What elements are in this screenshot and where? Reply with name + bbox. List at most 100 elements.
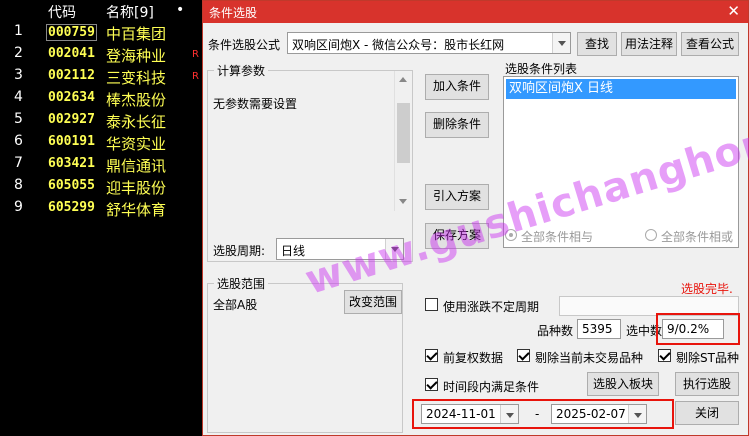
stock-code: 000759 xyxy=(46,24,97,41)
radio-all-or[interactable] xyxy=(645,229,657,241)
condition-listbox[interactable]: 双响区间炮X 日线 xyxy=(503,76,739,248)
scroll-down-icon[interactable] xyxy=(399,199,407,204)
stock-code: 002041 xyxy=(48,46,95,61)
condition-list-label: 选股条件列表 xyxy=(505,62,578,76)
scroll-up-icon[interactable] xyxy=(399,77,407,82)
stock-list-header: 代码 名称[9] • xyxy=(0,0,205,22)
close-button[interactable]: 关闭 xyxy=(675,401,739,425)
prev-rights-checkbox[interactable] xyxy=(425,349,438,362)
range-value: 全部A股 xyxy=(213,298,258,312)
stock-name: 舒华体育 xyxy=(106,201,167,219)
radio-all-and-label: 全部条件相与 xyxy=(521,230,594,244)
stock-code: 603421 xyxy=(48,156,95,171)
end-date-value: 2025-02-07 xyxy=(556,407,626,421)
close-icon[interactable]: ✕ xyxy=(727,2,740,20)
row-number: 7 xyxy=(14,155,23,171)
stock-row[interactable]: 5 002927 泰永长征 xyxy=(0,110,205,132)
to-board-button[interactable]: 选股入板块 xyxy=(587,372,659,396)
row-number: 3 xyxy=(14,67,23,83)
use-limit-label: 使用涨跌不定周期 xyxy=(443,300,540,314)
remove-st-checkbox[interactable] xyxy=(658,349,671,362)
import-plan-button[interactable]: 引入方案 xyxy=(425,184,489,210)
status-text: 选股完毕. xyxy=(681,282,733,296)
row-number: 6 xyxy=(14,133,23,149)
delete-condition-button[interactable]: 删除条件 xyxy=(425,112,489,138)
stock-list-panel: 代码 名称[9] • 1 000759 中百集团 2 002041 登海种业 R 3 00211… xyxy=(0,0,205,436)
stock-name: 迎丰股份 xyxy=(106,179,167,197)
header-code[interactable]: 代码 xyxy=(48,2,76,22)
stock-name: 登海种业 xyxy=(106,47,167,65)
stock-code: 002634 xyxy=(48,90,95,105)
dialog-titlebar[interactable]: 条件选股 ✕ xyxy=(203,1,748,23)
row-number: 5 xyxy=(14,111,23,127)
count-field: 5395 xyxy=(577,319,621,339)
stock-row[interactable]: 4 002634 棒杰股份 xyxy=(0,88,205,110)
stock-code: 002927 xyxy=(48,112,95,127)
params-group-title: 计算参数 xyxy=(214,62,269,79)
row-number: 4 xyxy=(14,89,23,105)
stock-name: 泰永长征 xyxy=(106,113,167,131)
save-plan-button[interactable]: 保存方案 xyxy=(425,223,489,249)
usage-notes-button[interactable]: 用法注释 xyxy=(621,32,677,56)
dialog-title: 条件选股 xyxy=(209,6,258,20)
row-number: 1 xyxy=(14,23,23,39)
remove-untraded-label: 剔除当前未交易品种 xyxy=(535,351,644,365)
stock-row[interactable]: 1 000759 中百集团 xyxy=(0,22,205,44)
prev-rights-label: 前复权数据 xyxy=(443,351,504,365)
stock-row[interactable]: 3 002112 三变科技 R xyxy=(0,66,205,88)
use-limit-checkbox[interactable] xyxy=(425,298,438,311)
params-group: 计算参数 无参数需要设置 选股周期: 日线 xyxy=(207,62,413,262)
row-number: 8 xyxy=(14,177,23,193)
period-label: 选股周期: xyxy=(213,244,266,258)
find-button[interactable]: 查找 xyxy=(577,32,617,56)
date-separator: - xyxy=(535,407,540,421)
params-text: 无参数需要设置 xyxy=(213,97,298,111)
stock-row[interactable]: 7 603421 鼎信通讯 xyxy=(0,154,205,176)
header-name[interactable]: 名称[9] xyxy=(106,2,154,22)
stock-name: 三变科技 xyxy=(106,69,167,87)
stock-row[interactable]: 8 605055 迎丰股份 xyxy=(0,176,205,198)
formula-value: 双响区间炮X - 微信公众号：股市长红网 xyxy=(292,38,505,52)
time-range-checkbox[interactable] xyxy=(425,378,438,391)
condition-stock-dialog: 条件选股 ✕ 条件选股公式 双响区间炮X - 微信公众号：股市长红网 查找 用法… xyxy=(202,0,749,436)
time-range-label: 时间段内满足条件 xyxy=(443,380,540,394)
end-date-picker[interactable]: 2025-02-07 xyxy=(551,404,647,424)
params-scrollbar[interactable] xyxy=(394,71,412,211)
scroll-thumb[interactable] xyxy=(397,103,410,163)
count-label: 品种数 xyxy=(537,324,574,338)
chevron-down-icon[interactable] xyxy=(552,33,570,53)
stock-mark: R xyxy=(192,49,199,60)
stock-name: 中百集团 xyxy=(106,25,167,43)
stock-row[interactable]: 2 002041 登海种业 R xyxy=(0,44,205,66)
add-condition-button[interactable]: 加入条件 xyxy=(425,74,489,100)
row-number: 9 xyxy=(14,199,23,215)
formula-label: 条件选股公式 xyxy=(208,38,281,52)
change-range-button[interactable]: 改变范围 xyxy=(344,290,402,314)
period-select[interactable]: 日线 xyxy=(276,238,404,260)
chevron-down-icon[interactable] xyxy=(628,405,646,423)
stock-code: 600191 xyxy=(48,134,95,149)
view-formula-button[interactable]: 查看公式 xyxy=(681,32,739,56)
remove-untraded-checkbox[interactable] xyxy=(517,349,530,362)
range-group: 选股范围 全部A股 改变范围 xyxy=(207,275,403,433)
execute-button[interactable]: 执行选股 xyxy=(675,372,739,396)
stock-code: 002112 xyxy=(48,68,95,83)
start-date-value: 2024-11-01 xyxy=(426,407,496,421)
range-group-title: 选股范围 xyxy=(214,275,269,292)
stock-code: 605055 xyxy=(48,178,95,193)
stock-name: 棒杰股份 xyxy=(106,91,167,109)
stock-row[interactable]: 9 605299 舒华体育 xyxy=(0,198,205,220)
radio-all-or-label: 全部条件相或 xyxy=(661,230,734,244)
chevron-down-icon[interactable] xyxy=(385,239,403,259)
stock-name: 鼎信通讯 xyxy=(106,157,167,175)
remove-st-label: 剔除ST品种 xyxy=(676,351,739,365)
stock-mark: R xyxy=(192,71,199,82)
radio-all-and[interactable] xyxy=(505,229,517,241)
start-date-picker[interactable]: 2024-11-01 xyxy=(421,404,519,424)
row-number: 2 xyxy=(14,45,23,61)
stock-row[interactable]: 6 600191 华资实业 xyxy=(0,132,205,154)
chevron-down-icon[interactable] xyxy=(500,405,518,423)
condition-item[interactable]: 双响区间炮X 日线 xyxy=(506,79,736,99)
selected-highlight-box xyxy=(656,313,740,345)
formula-select[interactable]: 双响区间炮X - 微信公众号：股市长红网 xyxy=(287,32,571,54)
